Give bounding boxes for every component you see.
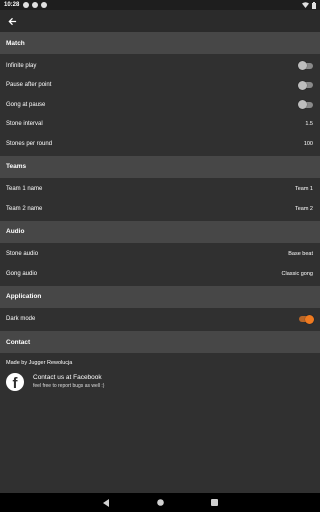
wifi-icon — [302, 2, 309, 8]
setting-label: Stones per round — [6, 140, 53, 147]
nav-back-button[interactable] — [101, 498, 111, 508]
setting-team1-name[interactable]: Team 1 name Team 1 — [0, 180, 320, 200]
app-bar — [0, 10, 320, 32]
setting-value: Classic gong — [281, 270, 314, 277]
facebook-contact-link[interactable]: f Contact us at Facebook feel free to re… — [0, 373, 320, 403]
section-header-contact: Contact — [0, 331, 320, 353]
nav-home-button[interactable] — [155, 498, 165, 508]
setting-value: Team 2 — [294, 205, 313, 212]
nav-home-icon — [156, 499, 164, 506]
section-header-audio: Audio — [0, 220, 320, 243]
setting-gong-at-pause[interactable]: Gong at pause — [0, 95, 320, 115]
setting-gong-audio[interactable]: Gong audio Classic gong — [0, 264, 320, 284]
section-header-teams: Teams — [0, 155, 320, 178]
notification-icon — [32, 2, 39, 8]
switch-knob — [298, 100, 307, 110]
setting-pause-after-point[interactable]: Pause after point — [0, 76, 320, 96]
setting-stones-per-round[interactable]: Stones per round 100 — [0, 134, 320, 154]
facebook-title: Contact us at Facebook — [33, 374, 102, 381]
setting-stone-interval[interactable]: Stone interval 1.5 — [0, 115, 320, 135]
notification-icon — [23, 2, 30, 8]
infinite-play-switch[interactable] — [298, 61, 313, 71]
back-button[interactable] — [6, 15, 18, 27]
status-bar: 10:28 — [0, 0, 320, 10]
arrow-back-icon — [7, 17, 16, 25]
setting-label: Team 1 name — [6, 186, 43, 193]
battery-icon — [312, 1, 316, 9]
setting-value: 1.5 — [305, 121, 313, 128]
nav-back-icon — [102, 498, 109, 507]
gong-at-pause-switch[interactable] — [298, 100, 313, 110]
setting-label: Infinite play — [6, 62, 37, 69]
setting-infinite-play[interactable]: Infinite play — [0, 56, 320, 76]
pause-after-point-switch[interactable] — [298, 80, 313, 90]
setting-label: Gong audio — [6, 270, 38, 277]
setting-label: Team 2 name — [6, 205, 43, 212]
settings-list: Match Infinite play Pause after point Go… — [0, 32, 320, 403]
switch-knob — [298, 61, 307, 71]
facebook-icon: f — [6, 373, 24, 391]
setting-value: 100 — [303, 140, 313, 147]
setting-value: Team 1 — [294, 186, 313, 193]
nav-recents-button[interactable] — [209, 498, 219, 508]
setting-label: Stone audio — [6, 251, 39, 258]
setting-team2-name[interactable]: Team 2 name Team 2 — [0, 199, 320, 219]
setting-stone-audio[interactable]: Stone audio Base beat — [0, 245, 320, 265]
section-header-application: Application — [0, 285, 320, 308]
section-header-match: Match — [0, 32, 320, 54]
system-nav-bar — [0, 493, 320, 512]
setting-label: Gong at pause — [6, 101, 46, 108]
setting-label: Stone interval — [6, 121, 43, 128]
made-by-text: Made by Jugger Rewolucja — [6, 360, 73, 366]
nav-recents-icon — [210, 499, 218, 506]
setting-label: Dark mode — [6, 316, 36, 323]
setting-dark-mode[interactable]: Dark mode — [0, 310, 320, 330]
setting-label: Pause after point — [6, 82, 52, 89]
facebook-subtitle: feel free to report bugs as well :) — [33, 383, 105, 389]
dark-mode-switch[interactable] — [299, 314, 314, 324]
notification-icon — [41, 2, 48, 8]
switch-knob — [298, 80, 307, 90]
switch-knob — [305, 314, 314, 324]
status-time: 10:28 — [4, 2, 20, 8]
setting-value: Base beat — [288, 251, 313, 258]
